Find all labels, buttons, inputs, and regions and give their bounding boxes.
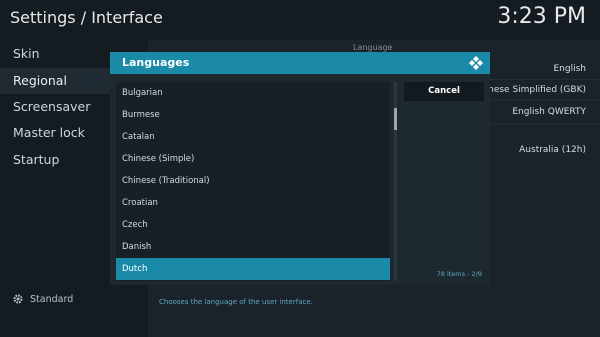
dialog-header: Languages bbox=[110, 52, 490, 74]
languages-dialog: Languages Bulgarian Burmese Catalan Chin… bbox=[110, 52, 490, 285]
top-bar: Settings / Interface 3:23 PM bbox=[0, 0, 600, 40]
list-item[interactable]: Chinese (Traditional) bbox=[116, 170, 390, 192]
section-label: Language bbox=[353, 43, 393, 52]
setting-value-charset[interactable]: Chinese Simplified (GBK) bbox=[474, 85, 586, 95]
list-item[interactable]: Danish bbox=[116, 236, 390, 258]
list-item[interactable]: Croatian bbox=[116, 192, 390, 214]
list-scrollbar[interactable] bbox=[394, 82, 397, 281]
gear-icon bbox=[13, 294, 23, 304]
cancel-button[interactable]: Cancel bbox=[404, 82, 484, 101]
settings-level-button[interactable]: Standard bbox=[12, 293, 73, 305]
kodi-logo-icon bbox=[469, 56, 483, 70]
item-count: 78 items - 2/9 bbox=[437, 270, 482, 278]
item-count-page: 2/9 bbox=[471, 270, 482, 278]
scrollbar-thumb[interactable] bbox=[394, 108, 397, 130]
page-title: Settings / Interface bbox=[10, 8, 163, 27]
settings-level-label: Standard bbox=[30, 293, 74, 305]
list-item[interactable]: Catalan bbox=[116, 126, 390, 148]
setting-value-region[interactable]: Australia (12h) bbox=[519, 145, 586, 155]
list-item-selected[interactable]: Dutch bbox=[116, 258, 390, 280]
setting-hint: Chooses the language of the user interfa… bbox=[159, 298, 313, 306]
clock: 3:23 PM bbox=[497, 4, 586, 29]
list-item[interactable]: Czech bbox=[116, 214, 390, 236]
item-count-total: 78 items bbox=[436, 270, 466, 278]
list-item[interactable]: Chinese (Simple) bbox=[116, 148, 390, 170]
setting-value-language[interactable]: English bbox=[554, 64, 587, 74]
dialog-title: Languages bbox=[122, 56, 190, 69]
list-item[interactable]: Bulgarian bbox=[116, 82, 390, 104]
setting-value-keyboard[interactable]: English QWERTY bbox=[512, 107, 586, 117]
list-item[interactable]: Burmese bbox=[116, 104, 390, 126]
language-list[interactable]: Bulgarian Burmese Catalan Chinese (Simpl… bbox=[116, 82, 390, 281]
